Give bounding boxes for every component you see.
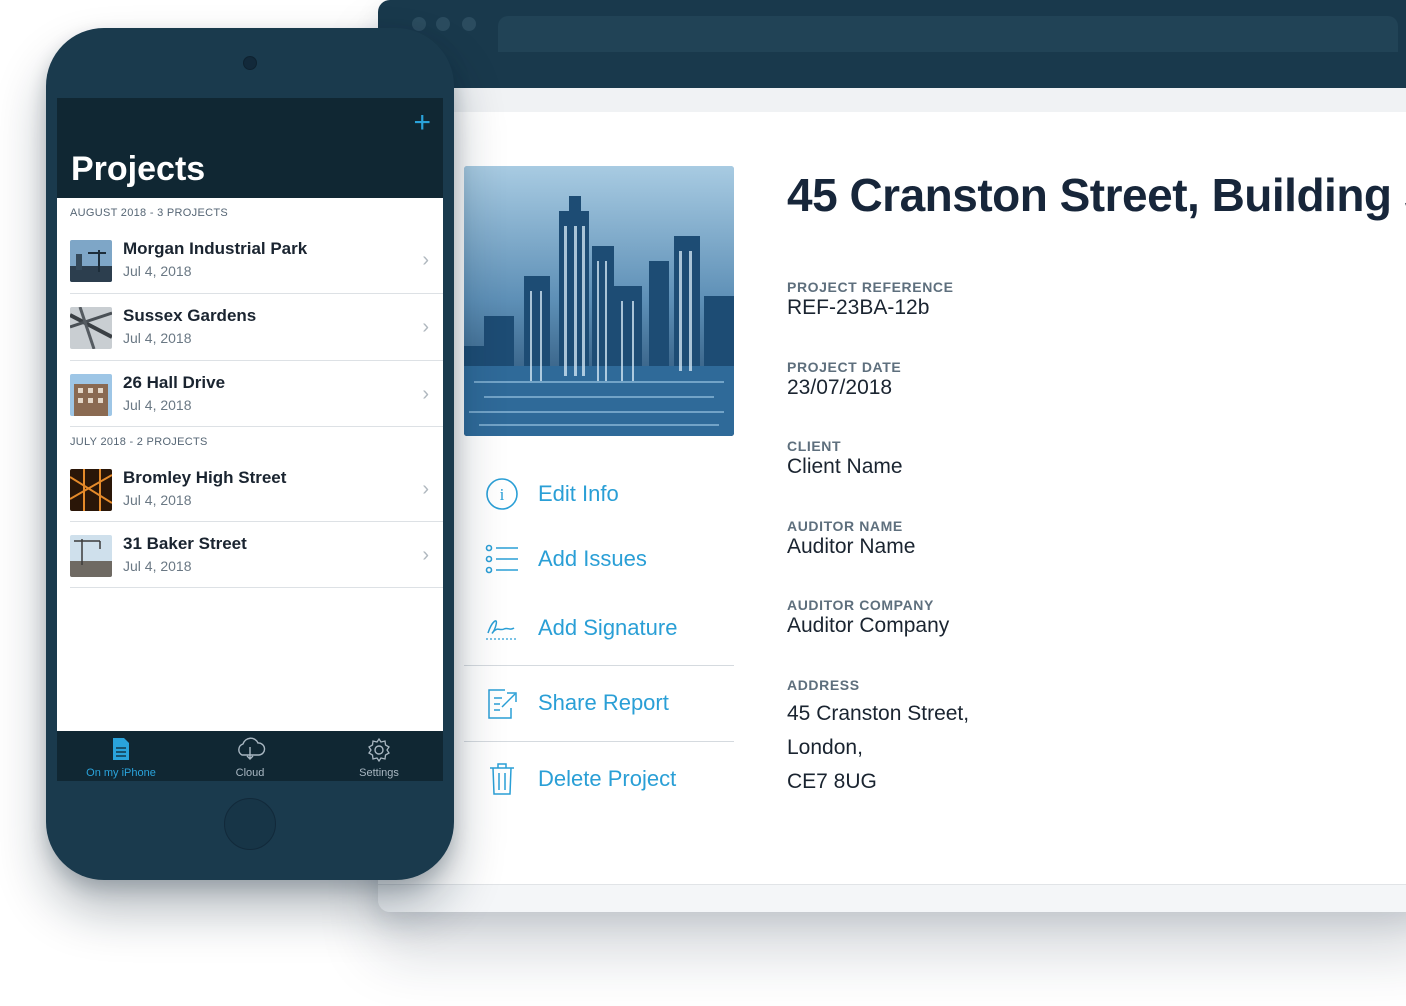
chevron-right-icon: ›: [422, 544, 429, 566]
project-thumbnail: [70, 374, 112, 416]
project-date: Jul 4, 2018: [123, 397, 192, 413]
field-label: PROJECT DATE: [787, 359, 902, 375]
document-icon: [57, 737, 185, 761]
add-issues-button[interactable]: Add Issues: [464, 529, 734, 589]
field-auditor-name: AUDITOR NAME Auditor Name: [787, 518, 915, 559]
share-report-button[interactable]: Share Report: [464, 673, 734, 733]
gear-icon: [315, 737, 443, 763]
project-date: Jul 4, 2018: [123, 492, 192, 508]
tab-label: Cloud: [235, 767, 265, 779]
window-close-dot[interactable]: [412, 17, 426, 31]
delete-project-button[interactable]: Delete Project: [464, 749, 734, 809]
field-auditor-company: AUDITOR COMPANY Auditor Company: [787, 597, 949, 638]
field-value: REF-23BA-12b: [787, 296, 930, 319]
phone-screen: + Projects AUGUST 2018 - 3 PROJECTS Morg…: [57, 98, 443, 781]
project-date: Jul 4, 2018: [123, 558, 192, 574]
signature-icon: [484, 610, 520, 646]
list-icon: [484, 541, 520, 577]
actions-divider: [464, 741, 734, 742]
list-item[interactable]: Sussex Gardens Jul 4, 2018 ›: [57, 294, 443, 360]
share-report-label: Share Report: [538, 690, 669, 715]
actions-divider: [464, 665, 734, 666]
add-signature-label: Add Signature: [538, 615, 678, 640]
window-maximize-dot[interactable]: [462, 17, 476, 31]
phone-device: + Projects AUGUST 2018 - 3 PROJECTS Morg…: [46, 28, 454, 880]
chevron-right-icon: ›: [422, 478, 429, 500]
project-thumbnail: [70, 240, 112, 282]
tab-cloud[interactable]: Cloud: [186, 731, 314, 781]
camera-dot: [243, 56, 257, 70]
browser-tab[interactable]: [498, 16, 1398, 52]
add-issues-label: Add Issues: [538, 546, 647, 571]
field-address: ADDRESS 45 Cranston Street, London, CE7 …: [787, 677, 969, 799]
field-label: PROJECT REFERENCE: [787, 279, 954, 295]
section-header: JULY 2018 - 2 PROJECTS: [70, 436, 208, 448]
field-label: AUDITOR NAME: [787, 518, 903, 534]
window-minimize-dot[interactable]: [436, 17, 450, 31]
svg-text:i: i: [500, 485, 505, 504]
tab-label: On my iPhone: [86, 767, 156, 779]
browser-address-strip: [378, 88, 1406, 113]
project-name: 31 Baker Street: [123, 534, 247, 553]
row-divider: [70, 587, 443, 588]
row-divider: [70, 426, 443, 427]
chevron-right-icon: ›: [422, 383, 429, 405]
edit-info-button[interactable]: i Edit Info: [464, 464, 734, 524]
plus-icon[interactable]: +: [413, 108, 431, 138]
field-project-date: PROJECT DATE 23/07/2018: [787, 359, 901, 400]
info-icon: i: [484, 476, 520, 512]
project-thumbnail: [70, 469, 112, 511]
project-thumbnail: [70, 307, 112, 349]
list-item[interactable]: 31 Baker Street Jul 4, 2018 ›: [57, 522, 443, 588]
project-thumbnail: [70, 535, 112, 577]
field-value: Auditor Name: [787, 535, 916, 558]
field-value: 23/07/2018: [787, 376, 893, 399]
tab-bar: On my iPhone Cloud Settings: [57, 731, 443, 781]
project-name: Bromley High Street: [123, 468, 287, 487]
field-label: AUDITOR COMPANY: [787, 597, 934, 613]
tab-label: Settings: [359, 767, 399, 779]
project-name: Morgan Industrial Park: [123, 239, 308, 258]
address-line: CE7 8UG: [787, 770, 877, 793]
trash-icon: [484, 761, 520, 797]
browser-toolbar: [378, 0, 1406, 88]
list-item[interactable]: 26 Hall Drive Jul 4, 2018 ›: [57, 361, 443, 427]
list-item[interactable]: Bromley High Street Jul 4, 2018 ›: [57, 456, 443, 522]
page-title: Projects: [71, 150, 206, 188]
add-signature-button[interactable]: Add Signature: [464, 598, 734, 658]
browser-footer: [378, 885, 1406, 912]
section-header: AUGUST 2018 - 3 PROJECTS: [70, 207, 228, 219]
share-icon: [484, 685, 520, 721]
chevron-right-icon: ›: [422, 249, 429, 271]
field-project-reference: PROJECT REFERENCE REF-23BA-12b: [787, 279, 954, 320]
project-title: 45 Cranston Street, Building 5: [787, 169, 1406, 221]
field-value: Auditor Company: [787, 614, 950, 637]
nav-bar: + Projects: [57, 98, 443, 198]
home-button[interactable]: [224, 798, 276, 850]
project-photo: [464, 166, 734, 436]
field-client: CLIENT Client Name: [787, 438, 903, 479]
project-name: Sussex Gardens: [123, 306, 257, 325]
edit-info-label: Edit Info: [538, 481, 619, 506]
project-date: Jul 4, 2018: [123, 330, 192, 346]
field-label: CLIENT: [787, 438, 842, 454]
field-label: ADDRESS: [787, 677, 860, 693]
list-item[interactable]: Morgan Industrial Park Jul 4, 2018 ›: [57, 227, 443, 293]
field-value: Client Name: [787, 455, 903, 478]
cloud-icon: [186, 737, 314, 761]
address-line: London,: [787, 736, 863, 759]
chevron-right-icon: ›: [422, 316, 429, 338]
tab-settings[interactable]: Settings: [315, 731, 443, 781]
tab-on-my-iphone[interactable]: On my iPhone: [57, 731, 185, 781]
delete-project-label: Delete Project: [538, 766, 677, 791]
project-name: 26 Hall Drive: [123, 373, 226, 392]
project-date: Jul 4, 2018: [123, 263, 192, 279]
address-line: 45 Cranston Street,: [787, 702, 970, 725]
